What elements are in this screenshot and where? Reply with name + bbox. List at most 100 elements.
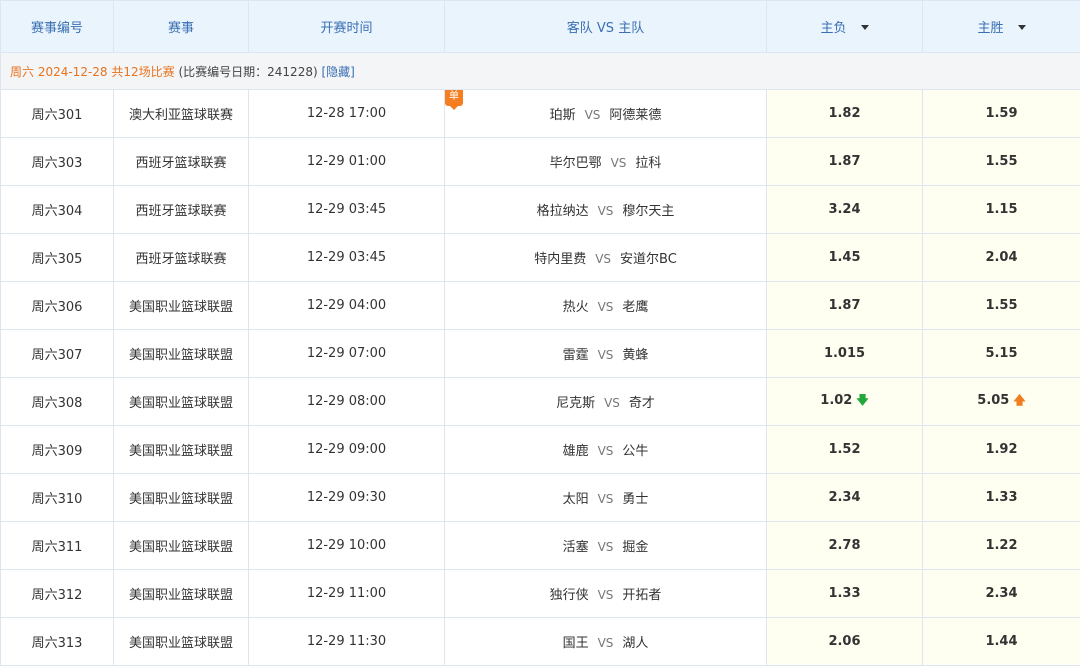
vs-label: VS: [584, 108, 601, 122]
header-teams: 客队 VS 主队: [444, 0, 767, 53]
home-team: 黄蜂: [622, 348, 649, 363]
teams-cell: 毕尔巴鄂 VS 拉科: [444, 137, 767, 186]
home-team: 阿德莱德: [609, 108, 662, 123]
away-loss-value: 3.24: [828, 202, 861, 217]
away-loss-odds[interactable]: 1.87: [766, 281, 923, 330]
home-team: 公牛: [622, 444, 649, 459]
home-win-odds[interactable]: 5.15: [922, 329, 1080, 378]
away-loss-odds[interactable]: 1.015: [766, 329, 923, 378]
away-team: 独行侠: [549, 588, 589, 603]
event-name: 美国职业篮球联盟: [113, 281, 249, 330]
event-name: 美国职业篮球联盟: [113, 425, 249, 474]
home-win-odds[interactable]: 1.92: [922, 425, 1080, 474]
start-time: 12-29 11:00: [248, 569, 445, 618]
home-team: 掘金: [622, 540, 649, 555]
home-win-value: 5.05: [977, 393, 1010, 408]
home-win-odds[interactable]: 5.05 🡅: [922, 377, 1080, 426]
away-loss-odds[interactable]: 1.45: [766, 233, 923, 282]
start-time: 12-29 04:00: [248, 281, 445, 330]
away-team: 国王: [562, 636, 589, 651]
start-time: 12-29 03:45: [248, 185, 445, 234]
teams-cell: 尼克斯 VS 奇才: [444, 377, 767, 426]
away-loss-value: 1.87: [828, 154, 861, 169]
start-time: 12-29 03:45: [248, 233, 445, 282]
vs-label: VS: [604, 396, 620, 410]
vs-label: VS: [597, 492, 614, 506]
home-win-odds[interactable]: 1.55: [922, 137, 1080, 186]
sort-caret-icon[interactable]: [860, 25, 869, 30]
away-loss-odds[interactable]: 1.82: [766, 89, 923, 138]
match-id: 周六309: [0, 425, 114, 474]
away-loss-value: 2.78: [828, 538, 861, 553]
match-id: 周六301: [0, 89, 114, 138]
home-win-value: 1.44: [985, 634, 1018, 649]
home-win-odds[interactable]: 2.34: [922, 569, 1080, 618]
home-win-odds[interactable]: 1.44: [922, 617, 1080, 666]
away-loss-odds[interactable]: 1.87: [766, 137, 923, 186]
home-team: 安道尔BC: [620, 252, 677, 267]
teams-cell: 单珀斯 VS 阿德莱德: [444, 89, 767, 138]
home-win-value: 1.55: [985, 298, 1018, 313]
table-row: 周六307 美国职业篮球联盟 12-29 07:00 雷霆 VS 黄蜂 1.015 5.15: [0, 329, 1080, 378]
vs-label: VS: [597, 204, 614, 218]
start-time: 12-29 09:30: [248, 473, 445, 522]
home-win-value: 1.33: [985, 490, 1018, 505]
home-win-odds[interactable]: 1.55: [922, 281, 1080, 330]
home-team: 穆尔天主: [622, 204, 675, 219]
home-win-odds[interactable]: 2.04: [922, 233, 1080, 282]
table-row: 周六308 美国职业篮球联盟 12-29 08:00 尼克斯 VS 奇才 1.02 🡇 5.05…: [0, 377, 1080, 426]
away-loss-odds[interactable]: 3.24: [766, 185, 923, 234]
away-team: 尼克斯: [556, 396, 596, 411]
away-loss-value: 1.45: [828, 250, 861, 265]
away-loss-value: 2.34: [828, 490, 861, 505]
match-id: 周六307: [0, 329, 114, 378]
event-name: 美国职业篮球联盟: [113, 617, 249, 666]
home-win-value: 2.04: [985, 250, 1018, 265]
vs-label: VS: [597, 540, 614, 554]
table-row: 周六304 西班牙篮球联赛 12-29 03:45 格拉纳达 VS 穆尔天主 3.24 1.1…: [0, 185, 1080, 234]
event-name: 澳大利亚篮球联赛: [113, 89, 249, 138]
header-home-win-label: 主胜: [977, 21, 1004, 36]
vs-label: VS: [597, 348, 614, 362]
home-win-odds[interactable]: 1.15: [922, 185, 1080, 234]
table-row: 周六312 美国职业篮球联盟 12-29 11:00 独行侠 VS 开拓者 1.33 2.34: [0, 569, 1080, 618]
away-loss-odds[interactable]: 2.06: [766, 617, 923, 666]
away-loss-value: 2.06: [828, 634, 861, 649]
away-loss-odds[interactable]: 2.34: [766, 473, 923, 522]
start-time: 12-29 01:00: [248, 137, 445, 186]
match-id: 周六306: [0, 281, 114, 330]
away-loss-odds[interactable]: 2.78: [766, 521, 923, 570]
away-loss-odds[interactable]: 1.33: [766, 569, 923, 618]
away-team: 雄鹿: [562, 444, 589, 459]
sort-caret-icon[interactable]: [1017, 25, 1026, 30]
vs-label: VS: [597, 300, 614, 314]
away-team: 珀斯: [549, 108, 576, 123]
vs-label: VS: [597, 588, 614, 602]
header-away-loss[interactable]: 主负: [766, 0, 923, 53]
away-loss-value: 1.015: [823, 346, 866, 361]
header-home-win[interactable]: 主胜: [922, 0, 1080, 53]
table-row: 周六311 美国职业篮球联盟 12-29 10:00 活塞 VS 掘金 2.78 1.22: [0, 521, 1080, 570]
single-badge: 单: [445, 90, 463, 110]
table-row: 周六306 美国职业篮球联盟 12-29 04:00 热火 VS 老鹰 1.87 1.55: [0, 281, 1080, 330]
table-row: 周六305 西班牙篮球联赛 12-29 03:45 特内里费 VS 安道尔BC 1.45 2.…: [0, 233, 1080, 282]
event-name: 美国职业篮球联盟: [113, 329, 249, 378]
home-team: 湖人: [622, 636, 649, 651]
vs-label: VS: [595, 252, 612, 266]
hide-link[interactable]: [隐藏]: [321, 65, 354, 79]
teams-cell: 热火 VS 老鹰: [444, 281, 767, 330]
away-loss-odds[interactable]: 1.52: [766, 425, 923, 474]
away-team: 雷霆: [562, 348, 589, 363]
away-loss-odds[interactable]: 1.02 🡇: [766, 377, 923, 426]
match-id: 周六310: [0, 473, 114, 522]
home-win-odds[interactable]: 1.59: [922, 89, 1080, 138]
match-id: 周六312: [0, 569, 114, 618]
start-time: 12-29 09:00: [248, 425, 445, 474]
teams-cell: 雄鹿 VS 公牛: [444, 425, 767, 474]
home-win-odds[interactable]: 1.22: [922, 521, 1080, 570]
match-id: 周六305: [0, 233, 114, 282]
start-time: 12-28 17:00: [248, 89, 445, 138]
home-win-odds[interactable]: 1.33: [922, 473, 1080, 522]
teams-cell: 格拉纳达 VS 穆尔天主: [444, 185, 767, 234]
vs-label: VS: [597, 444, 614, 458]
